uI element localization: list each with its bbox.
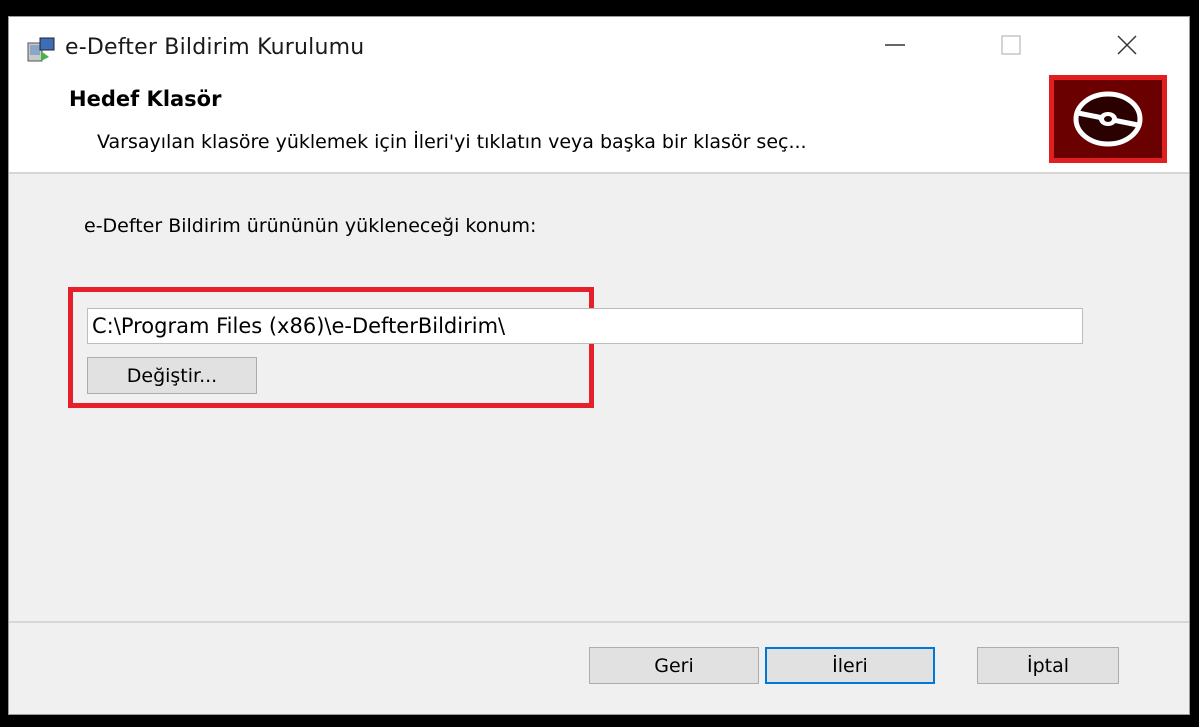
- back-button[interactable]: Geri: [589, 647, 759, 684]
- page-title: Hedef Klasör: [69, 87, 222, 111]
- disc-icon: [1073, 91, 1143, 147]
- maximize-button[interactable]: [981, 25, 1041, 65]
- maximize-icon: [1001, 35, 1021, 55]
- installer-app-icon: [27, 37, 55, 63]
- install-location-label: e-Defter Bildirim ürününün yükleneceği k…: [84, 215, 537, 237]
- installer-window: e-Defter Bildirim Kurulumu Hedef Klasör …: [8, 16, 1190, 715]
- close-icon: [1117, 35, 1137, 55]
- minimize-button[interactable]: [865, 25, 925, 65]
- window-title: e-Defter Bildirim Kurulumu: [65, 35, 365, 60]
- header-divider: [9, 172, 1189, 174]
- next-button[interactable]: İleri: [765, 647, 935, 684]
- dialog-header: Hedef Klasör Varsayılan klasöre yüklemek…: [9, 71, 1189, 172]
- install-path-input[interactable]: [87, 308, 1083, 344]
- minimize-icon: [885, 44, 905, 46]
- banner-icon-frame: [1049, 75, 1167, 163]
- page-description: Varsayılan klasöre yüklemek için İleri'y…: [97, 131, 807, 153]
- title-bar: e-Defter Bildirim Kurulumu: [9, 17, 1189, 71]
- change-folder-button[interactable]: Değiştir...: [87, 357, 257, 394]
- footer-divider: [9, 621, 1189, 623]
- close-button[interactable]: [1097, 25, 1157, 65]
- cancel-button[interactable]: İptal: [977, 647, 1119, 684]
